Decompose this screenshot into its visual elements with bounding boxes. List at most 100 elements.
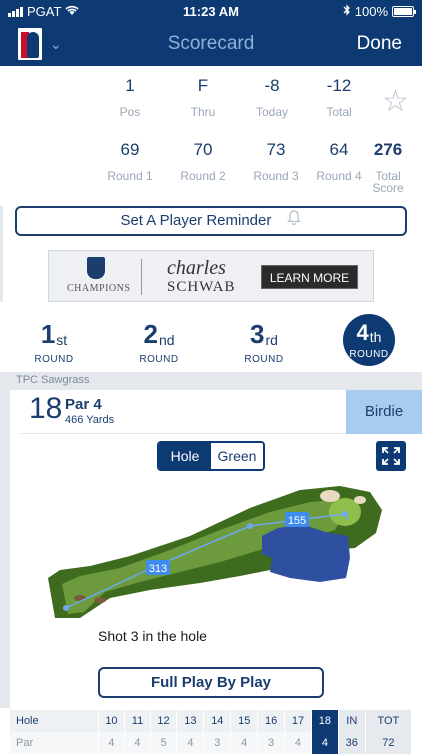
stat-pos: 1 Pos bbox=[93, 76, 167, 118]
table-cell: 5 bbox=[150, 732, 178, 754]
round-score-label: Round 1 bbox=[107, 169, 153, 183]
view-toggle: Hole Green bbox=[157, 441, 265, 471]
stat-value: F bbox=[197, 76, 209, 95]
divider bbox=[0, 206, 3, 302]
ad-divider bbox=[141, 259, 142, 295]
expand-icon[interactable] bbox=[376, 441, 406, 471]
round-label: ROUND bbox=[139, 354, 179, 365]
row-label: Hole bbox=[10, 710, 99, 732]
done-button[interactable]: Done bbox=[357, 33, 402, 55]
ad-brand-left: CHAMPIONS bbox=[67, 283, 131, 294]
stat-label: Total bbox=[326, 105, 352, 119]
table-row-par: Par 4 4 5 4 3 4 3 4 4 36 72 bbox=[10, 732, 413, 754]
tab-round-2[interactable]: 2nd ROUND bbox=[131, 318, 187, 365]
round-suffix: nd bbox=[158, 332, 175, 348]
table-cell[interactable]: 14 bbox=[203, 710, 232, 732]
round-num: 1 bbox=[40, 319, 56, 349]
pga-champions-logo-icon bbox=[87, 257, 105, 279]
round-score-label: Round 2 bbox=[180, 169, 226, 183]
table-cell[interactable]: 10 bbox=[98, 710, 126, 732]
hole-map[interactable]: 313 155 bbox=[0, 478, 422, 618]
row-label: Par bbox=[10, 732, 99, 754]
total-score: 276 Total Score bbox=[358, 140, 418, 194]
scorecard-table: Hole 10 11 12 13 14 15 16 17 18 IN TOT P… bbox=[10, 710, 413, 754]
round-label: ROUND bbox=[34, 354, 74, 365]
ad-brand-line1: charles bbox=[167, 257, 226, 279]
shot-distance-2: 155 bbox=[288, 515, 306, 527]
round-num: 2 bbox=[143, 319, 158, 349]
bell-icon bbox=[286, 208, 302, 234]
learn-more-button[interactable]: LEARN MORE bbox=[261, 265, 358, 289]
shot-marker-1[interactable]: 313 bbox=[146, 560, 170, 575]
round-label: ROUND bbox=[244, 354, 284, 365]
table-cell: 4 bbox=[98, 732, 126, 754]
table-cell: 3 bbox=[257, 732, 286, 754]
stat-today: -8 Today bbox=[235, 76, 309, 118]
round-score-2: 70 Round 2 bbox=[166, 140, 240, 182]
hole-result-badge: Birdie bbox=[346, 390, 422, 434]
round-label: ROUND bbox=[349, 349, 389, 360]
table-cell-selected: 4 bbox=[311, 732, 339, 754]
table-cell: 3 bbox=[203, 732, 232, 754]
table-row-holes: Hole 10 11 12 13 14 15 16 17 18 IN TOT bbox=[10, 710, 413, 732]
reminder-label: Set A Player Reminder bbox=[120, 212, 272, 229]
round-score-value: 69 bbox=[120, 140, 140, 159]
tab-round-1[interactable]: 1st ROUND bbox=[26, 318, 82, 365]
bluetooth-icon bbox=[343, 4, 351, 19]
shot-marker-2[interactable]: 155 bbox=[285, 512, 309, 527]
table-cell-selected[interactable]: 18 bbox=[311, 710, 339, 732]
total-score-label: Total Score bbox=[372, 169, 404, 195]
course-name: TPC Sawgrass bbox=[0, 372, 422, 390]
table-cell: 72 bbox=[365, 732, 413, 754]
stat-value: -8 bbox=[264, 76, 280, 95]
stat-value: 1 bbox=[125, 76, 135, 95]
table-cell: 36 bbox=[338, 732, 366, 754]
round-suffix: rd bbox=[265, 332, 278, 348]
table-cell: 4 bbox=[124, 732, 151, 754]
table-cell: 4 bbox=[176, 732, 205, 754]
table-cell[interactable]: 17 bbox=[284, 710, 312, 732]
stat-label: Today bbox=[255, 105, 289, 119]
tab-round-4[interactable]: 4th ROUND bbox=[343, 314, 395, 366]
stat-label: Pos bbox=[119, 105, 141, 119]
round-suffix: st bbox=[56, 332, 68, 348]
table-cell: IN bbox=[338, 710, 366, 732]
round-score-1: 69 Round 1 bbox=[93, 140, 167, 182]
hole-view-button[interactable]: Hole bbox=[159, 443, 211, 469]
hole-header: 18 Par 4 466 Yards Birdie bbox=[20, 390, 422, 434]
set-reminder-button[interactable]: Set A Player Reminder bbox=[15, 206, 407, 236]
table-cell[interactable]: 15 bbox=[230, 710, 259, 732]
table-cell[interactable]: 12 bbox=[150, 710, 178, 732]
table-cell[interactable]: 16 bbox=[257, 710, 286, 732]
hole-yards: 466 Yards bbox=[65, 414, 115, 426]
shot-distance-1: 313 bbox=[149, 563, 167, 575]
green-view-button[interactable]: Green bbox=[211, 443, 263, 469]
round-tabs: 1st ROUND 2nd ROUND 3rd ROUND 4th ROUND bbox=[0, 312, 422, 372]
ad-banner[interactable]: CHAMPIONS charles SCHWAB LEARN MORE bbox=[48, 250, 374, 302]
round-num: 4 bbox=[356, 320, 369, 345]
table-cell[interactable]: 11 bbox=[124, 710, 151, 732]
stat-value: -12 bbox=[326, 76, 352, 95]
shot-status: Shot 3 in the hole bbox=[98, 628, 207, 644]
table-cell: 4 bbox=[284, 732, 312, 754]
battery-icon bbox=[392, 6, 416, 17]
stat-label: Thru bbox=[190, 105, 216, 119]
table-cell: TOT bbox=[365, 710, 413, 732]
battery-percent: 100% bbox=[354, 4, 388, 19]
status-bar: PGAT 11:23 AM 100% bbox=[0, 0, 422, 22]
round-suffix: th bbox=[369, 329, 382, 345]
full-play-by-play-button[interactable]: Full Play By Play bbox=[98, 667, 324, 698]
favorite-star-icon[interactable]: ☆ bbox=[382, 84, 409, 119]
hole-par: Par 4 bbox=[65, 396, 102, 413]
total-score-value: 276 bbox=[373, 140, 403, 159]
score-summary: 1 Pos F Thru -8 Today -12 Total ☆ 69 Rou… bbox=[0, 66, 422, 202]
stat-thru: F Thru bbox=[166, 76, 240, 118]
stat-total: -12 Total bbox=[302, 76, 376, 118]
table-cell: 4 bbox=[230, 732, 259, 754]
hole-number: 18 bbox=[29, 392, 63, 425]
table-cell[interactable]: 13 bbox=[176, 710, 205, 732]
nav-bar: ⌄ Scorecard Done bbox=[0, 22, 422, 66]
tab-round-3[interactable]: 3rd ROUND bbox=[236, 318, 292, 365]
round-num: 3 bbox=[250, 319, 265, 349]
round-score-value: 70 bbox=[193, 140, 213, 159]
